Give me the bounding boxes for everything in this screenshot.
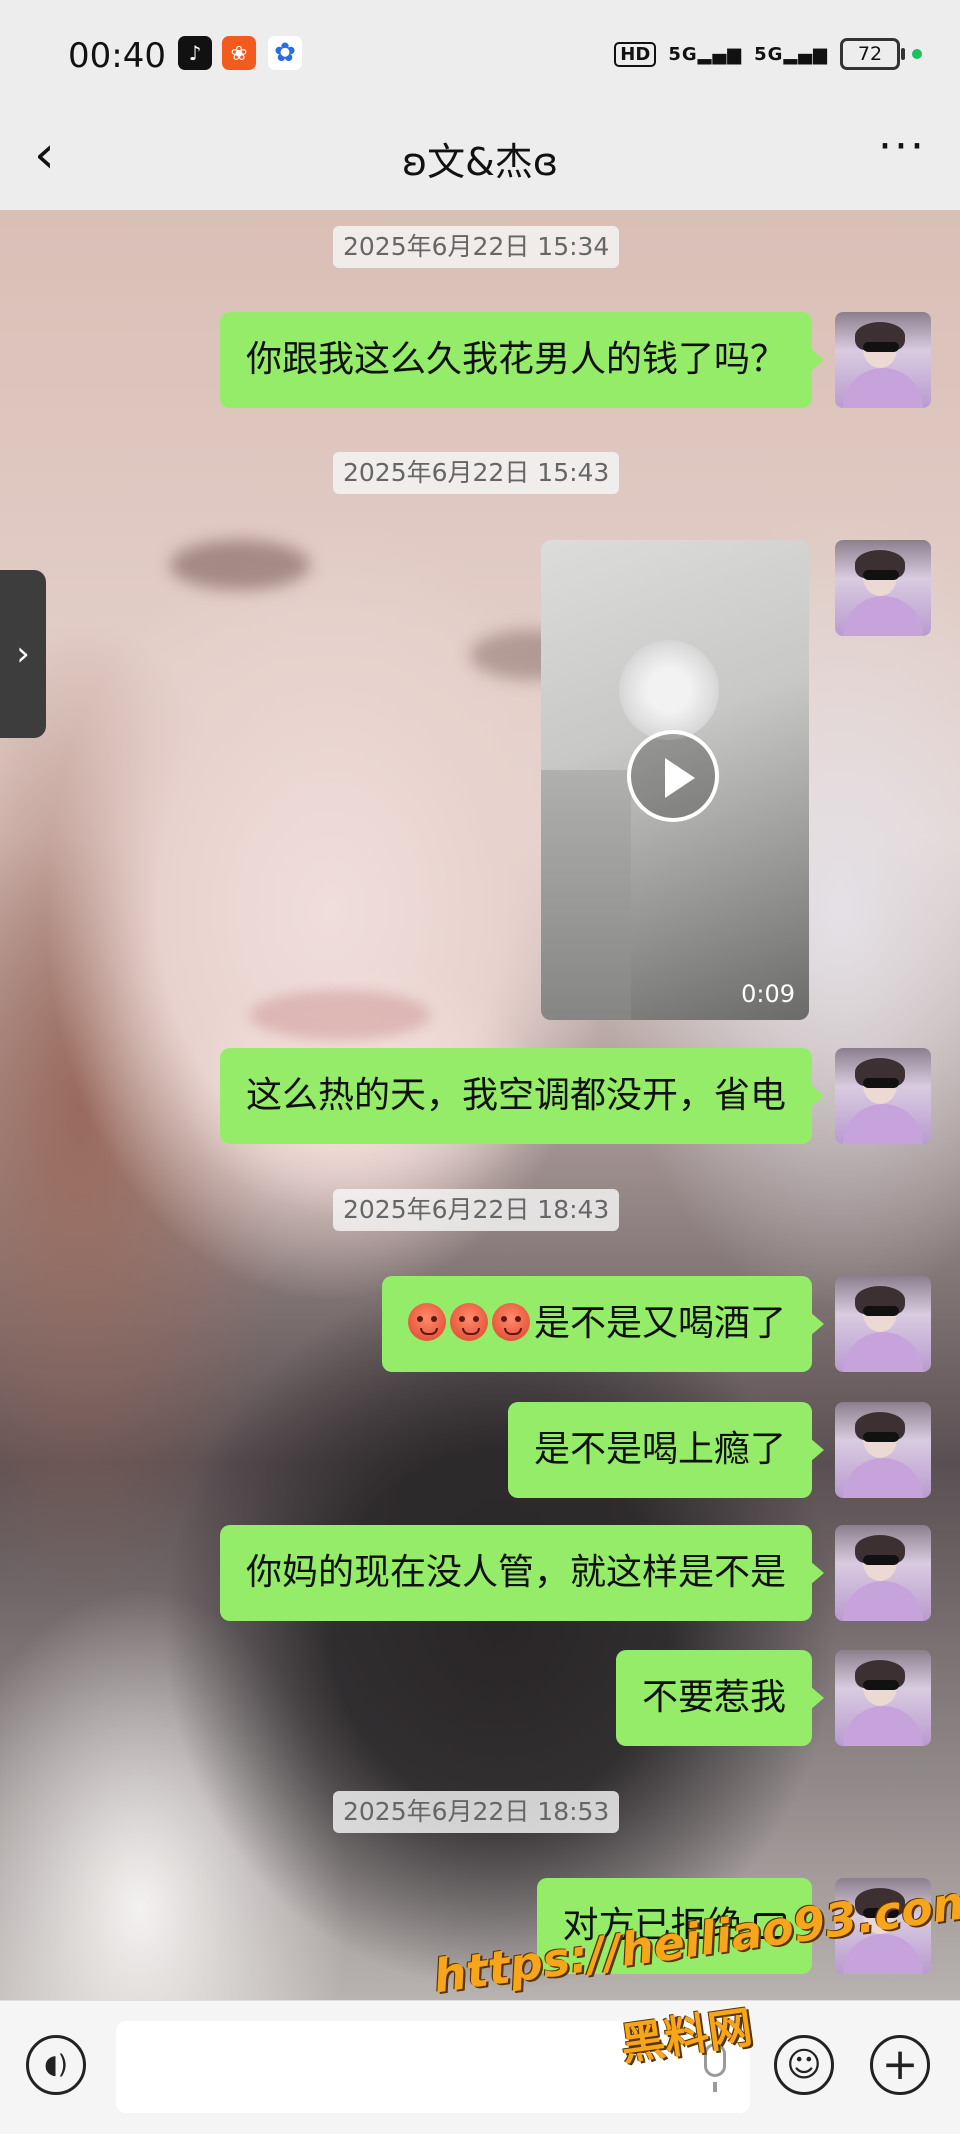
message-bubble[interactable]: 你跟我这么久我花男人的钱了吗？ [219,312,825,408]
message-bubble[interactable]: 是不是又喝酒了 [381,1276,825,1372]
message-bubble[interactable]: 不要惹我 [615,1650,825,1746]
message-bubble[interactable]: 是不是喝上瘾了 [507,1402,825,1498]
message-timestamp: 2025年6月22日 18:53 [333,1791,620,1833]
avatar[interactable] [835,540,931,636]
video-duration: 0:09 [741,980,795,1008]
background-detail [250,990,430,1040]
message-bubble[interactable]: 这么热的天，我空调都没开，省电 [219,1048,825,1144]
battery-icon: 72 [840,38,905,70]
chevron-right-icon: › [16,634,30,674]
play-icon[interactable] [627,730,719,822]
status-indicators: HD 5G▂▄▆ 5G▂▄▆ 72 [614,38,922,70]
background-detail [170,540,310,590]
status-bar: 00:40 ♪ ❀ ✿ HD 5G▂▄▆ 5G▂▄▆ 72 [0,0,960,105]
plus-icon[interactable]: + [870,2035,930,2095]
tiktok-icon: ♪ [178,36,212,70]
kuaishou-icon: ❀ [222,36,256,70]
chat-title: ʚ文&杰ɞ [401,140,559,184]
voice-icon[interactable]: ◖) [26,2035,86,2095]
avatar[interactable] [835,1650,931,1746]
signal-icon: 5G▂▄▆ [754,43,828,65]
chat-header: ‹ ʚ文&杰ɞ ··· [0,105,960,210]
hd-badge: HD [614,41,657,67]
message-timestamp: 2025年6月22日 18:43 [333,1189,620,1231]
message-timestamp: 2025年6月22日 15:43 [333,452,620,494]
video-message[interactable]: 0:09 [541,540,809,1020]
charging-dot [912,49,922,59]
avatar[interactable] [835,1402,931,1498]
angry-face-icon [491,1303,530,1341]
title-decoration-icon: ʚ [401,140,428,184]
emoji-icon[interactable]: ☺ [774,2035,834,2095]
avatar[interactable] [835,312,931,408]
avatar[interactable] [835,1048,931,1144]
message-timestamp: 2025年6月22日 15:34 [333,226,620,268]
baidu-icon: ✿ [268,36,302,70]
signal-icon: 5G▂▄▆ [668,43,743,65]
message-bubble[interactable]: 你妈的现在没人管，就这样是不是 [219,1525,825,1621]
avatar[interactable] [835,1276,931,1372]
title-decoration-icon: ɞ [532,140,559,184]
avatar[interactable] [835,1525,931,1621]
angry-face-icon [407,1303,446,1341]
side-drawer-handle[interactable]: › [0,570,46,738]
angry-face-icon [449,1303,488,1341]
more-options-icon[interactable]: ··· [878,121,926,172]
status-time: 00:40 [68,36,166,76]
input-bar: ◖) ☺ + [0,2000,960,2134]
